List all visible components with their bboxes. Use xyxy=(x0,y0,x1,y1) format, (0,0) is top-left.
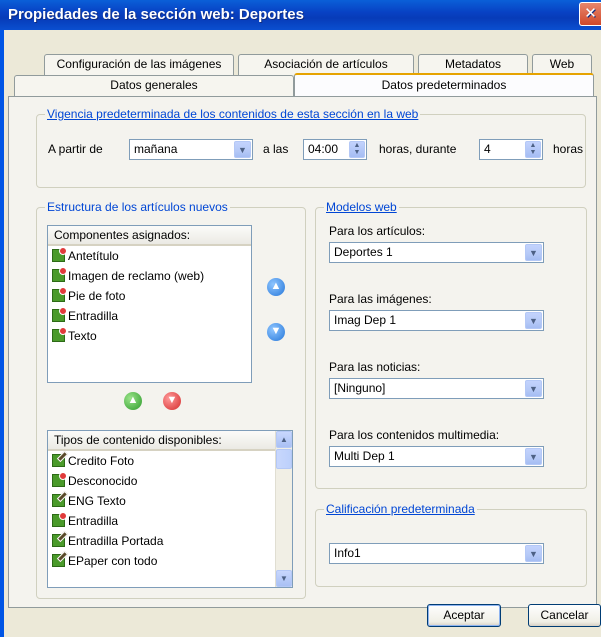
calificacion-group: Calificación predeterminada Info1 ▼ xyxy=(315,502,587,587)
imagenes-select[interactable]: Imag Dep 1 ▼ xyxy=(329,310,544,331)
duration-spinner[interactable]: 4 ▲ ▼ xyxy=(479,139,543,160)
chevron-down-icon[interactable]: ▼ xyxy=(525,545,542,562)
move-down-icon[interactable]: ▼ xyxy=(267,323,285,341)
content-type-icon xyxy=(52,534,65,547)
calificacion-value: Info1 xyxy=(334,546,361,560)
component-icon xyxy=(52,327,67,342)
spin-arrows-icon[interactable]: ▲ ▼ xyxy=(525,141,541,158)
component-icon xyxy=(52,267,67,282)
calificacion-select[interactable]: Info1 ▼ xyxy=(329,543,544,564)
window-title: Propiedades de la sección web: Deportes xyxy=(8,6,304,23)
multimedia-select[interactable]: Multi Dep 1 ▼ xyxy=(329,446,544,467)
scroll-thumb[interactable] xyxy=(276,449,292,469)
list-item[interactable]: Entradilla Portada xyxy=(48,531,275,551)
spin-arrows-icon[interactable]: ▲ ▼ xyxy=(349,141,365,158)
list-item[interactable]: Antetítulo xyxy=(48,246,251,266)
noticias-select[interactable]: [Ninguno] ▼ xyxy=(329,378,544,399)
duration-value: 4 xyxy=(484,142,491,156)
list-item[interactable]: Texto xyxy=(48,326,251,346)
scroll-down-icon[interactable]: ▼ xyxy=(276,570,292,587)
available-content-types-list[interactable]: Tipos de contenido disponibles: Credito … xyxy=(47,430,293,588)
content-type-icon xyxy=(52,512,67,527)
content-type-icon xyxy=(52,494,65,507)
time-value: 04:00 xyxy=(308,142,339,156)
vigencia-group: Vigencia predeterminada de los contenido… xyxy=(36,107,586,188)
add-component-icon[interactable]: ▲ xyxy=(124,392,142,410)
content-type-icon xyxy=(52,454,65,467)
calificacion-legend: Calificación predeterminada xyxy=(324,502,477,516)
list-item[interactable]: Desconocido xyxy=(48,471,275,491)
content-type-icon xyxy=(52,554,65,567)
articulos-label: Para los artículos: xyxy=(329,224,426,238)
list-item[interactable]: EPaper con todo xyxy=(48,551,275,571)
dialog-window: Propiedades de la sección web: Deportes … xyxy=(0,0,601,637)
noticias-label: Para las noticias: xyxy=(329,360,421,374)
dialog-client-area: Configuración de las imágenes Asociación… xyxy=(4,30,601,637)
a-partir-label: A partir de xyxy=(48,142,103,156)
tab-panel: Vigencia predeterminada de los contenido… xyxy=(8,96,597,608)
chevron-down-icon[interactable]: ▼ xyxy=(525,244,542,261)
move-up-icon[interactable]: ▲ xyxy=(267,278,285,296)
scroll-up-icon[interactable]: ▲ xyxy=(276,431,292,448)
estructura-group: Estructura de los artículos nuevos Compo… xyxy=(36,200,306,599)
articulos-select[interactable]: Deportes 1 ▼ xyxy=(329,242,544,263)
assigned-header: Componentes asignados: xyxy=(48,226,251,246)
tab-configuracion-imagenes[interactable]: Configuración de las imágenes xyxy=(44,54,234,75)
title-bar: Propiedades de la sección web: Deportes … xyxy=(0,0,601,30)
articulos-value: Deportes 1 xyxy=(334,245,393,259)
content-type-icon xyxy=(52,472,67,487)
multimedia-label: Para los contenidos multimedia: xyxy=(329,428,500,442)
tab-datos-generales[interactable]: Datos generales xyxy=(14,75,294,96)
list-item[interactable]: Imagen de reclamo (web) xyxy=(48,266,251,286)
accept-button[interactable]: Aceptar xyxy=(427,604,501,627)
chevron-down-icon[interactable]: ▼ xyxy=(525,448,542,465)
vigencia-legend: Vigencia predeterminada de los contenido… xyxy=(45,107,421,121)
list-item[interactable]: Pie de foto xyxy=(48,286,251,306)
vertical-scrollbar[interactable]: ▲ ▼ xyxy=(275,431,292,587)
cancel-button[interactable]: Cancelar xyxy=(528,604,601,627)
horas-durante-label: horas, durante xyxy=(379,142,457,156)
tab-asociacion-articulos[interactable]: Asociación de artículos xyxy=(238,54,414,75)
list-item[interactable]: Entradilla xyxy=(48,306,251,326)
chevron-down-icon[interactable]: ▼ xyxy=(234,141,251,158)
multimedia-value: Multi Dep 1 xyxy=(334,449,395,463)
horas-label: horas xyxy=(553,142,584,156)
close-button[interactable]: ✕ xyxy=(579,2,601,26)
chevron-down-icon[interactable]: ▼ xyxy=(525,380,542,397)
a-las-label: a las xyxy=(263,142,289,156)
available-list-viewport: Tipos de contenido disponibles: Credito … xyxy=(48,431,275,587)
modelos-legend: Modelos web xyxy=(324,200,399,214)
a-partir-select[interactable]: mañana ▼ xyxy=(129,139,253,160)
modelos-web-group: Modelos web Para los artículos: Deportes… xyxy=(315,200,587,489)
list-item[interactable]: Credito Foto xyxy=(48,451,275,471)
estructura-legend: Estructura de los artículos nuevos xyxy=(45,200,230,214)
list-item[interactable]: Entradilla xyxy=(48,511,275,531)
remove-component-icon[interactable]: ▼ xyxy=(163,392,181,410)
time-spinner[interactable]: 04:00 ▲ ▼ xyxy=(303,139,367,160)
tab-metadatos[interactable]: Metadatos xyxy=(418,54,528,75)
tab-web[interactable]: Web xyxy=(532,54,592,75)
a-partir-value: mañana xyxy=(134,142,178,156)
component-icon xyxy=(52,247,67,262)
imagenes-value: Imag Dep 1 xyxy=(334,313,397,327)
component-icon xyxy=(52,287,67,302)
imagenes-label: Para las imágenes: xyxy=(329,292,432,306)
list-item[interactable]: ENG Texto xyxy=(48,491,275,511)
assigned-components-list[interactable]: Componentes asignados: Antetítulo Imagen… xyxy=(47,225,252,383)
chevron-down-icon[interactable]: ▼ xyxy=(525,312,542,329)
component-icon xyxy=(52,307,67,322)
noticias-value: [Ninguno] xyxy=(334,381,386,395)
available-header: Tipos de contenido disponibles: xyxy=(48,431,275,451)
tab-datos-predeterminados[interactable]: Datos predeterminados xyxy=(294,73,594,96)
